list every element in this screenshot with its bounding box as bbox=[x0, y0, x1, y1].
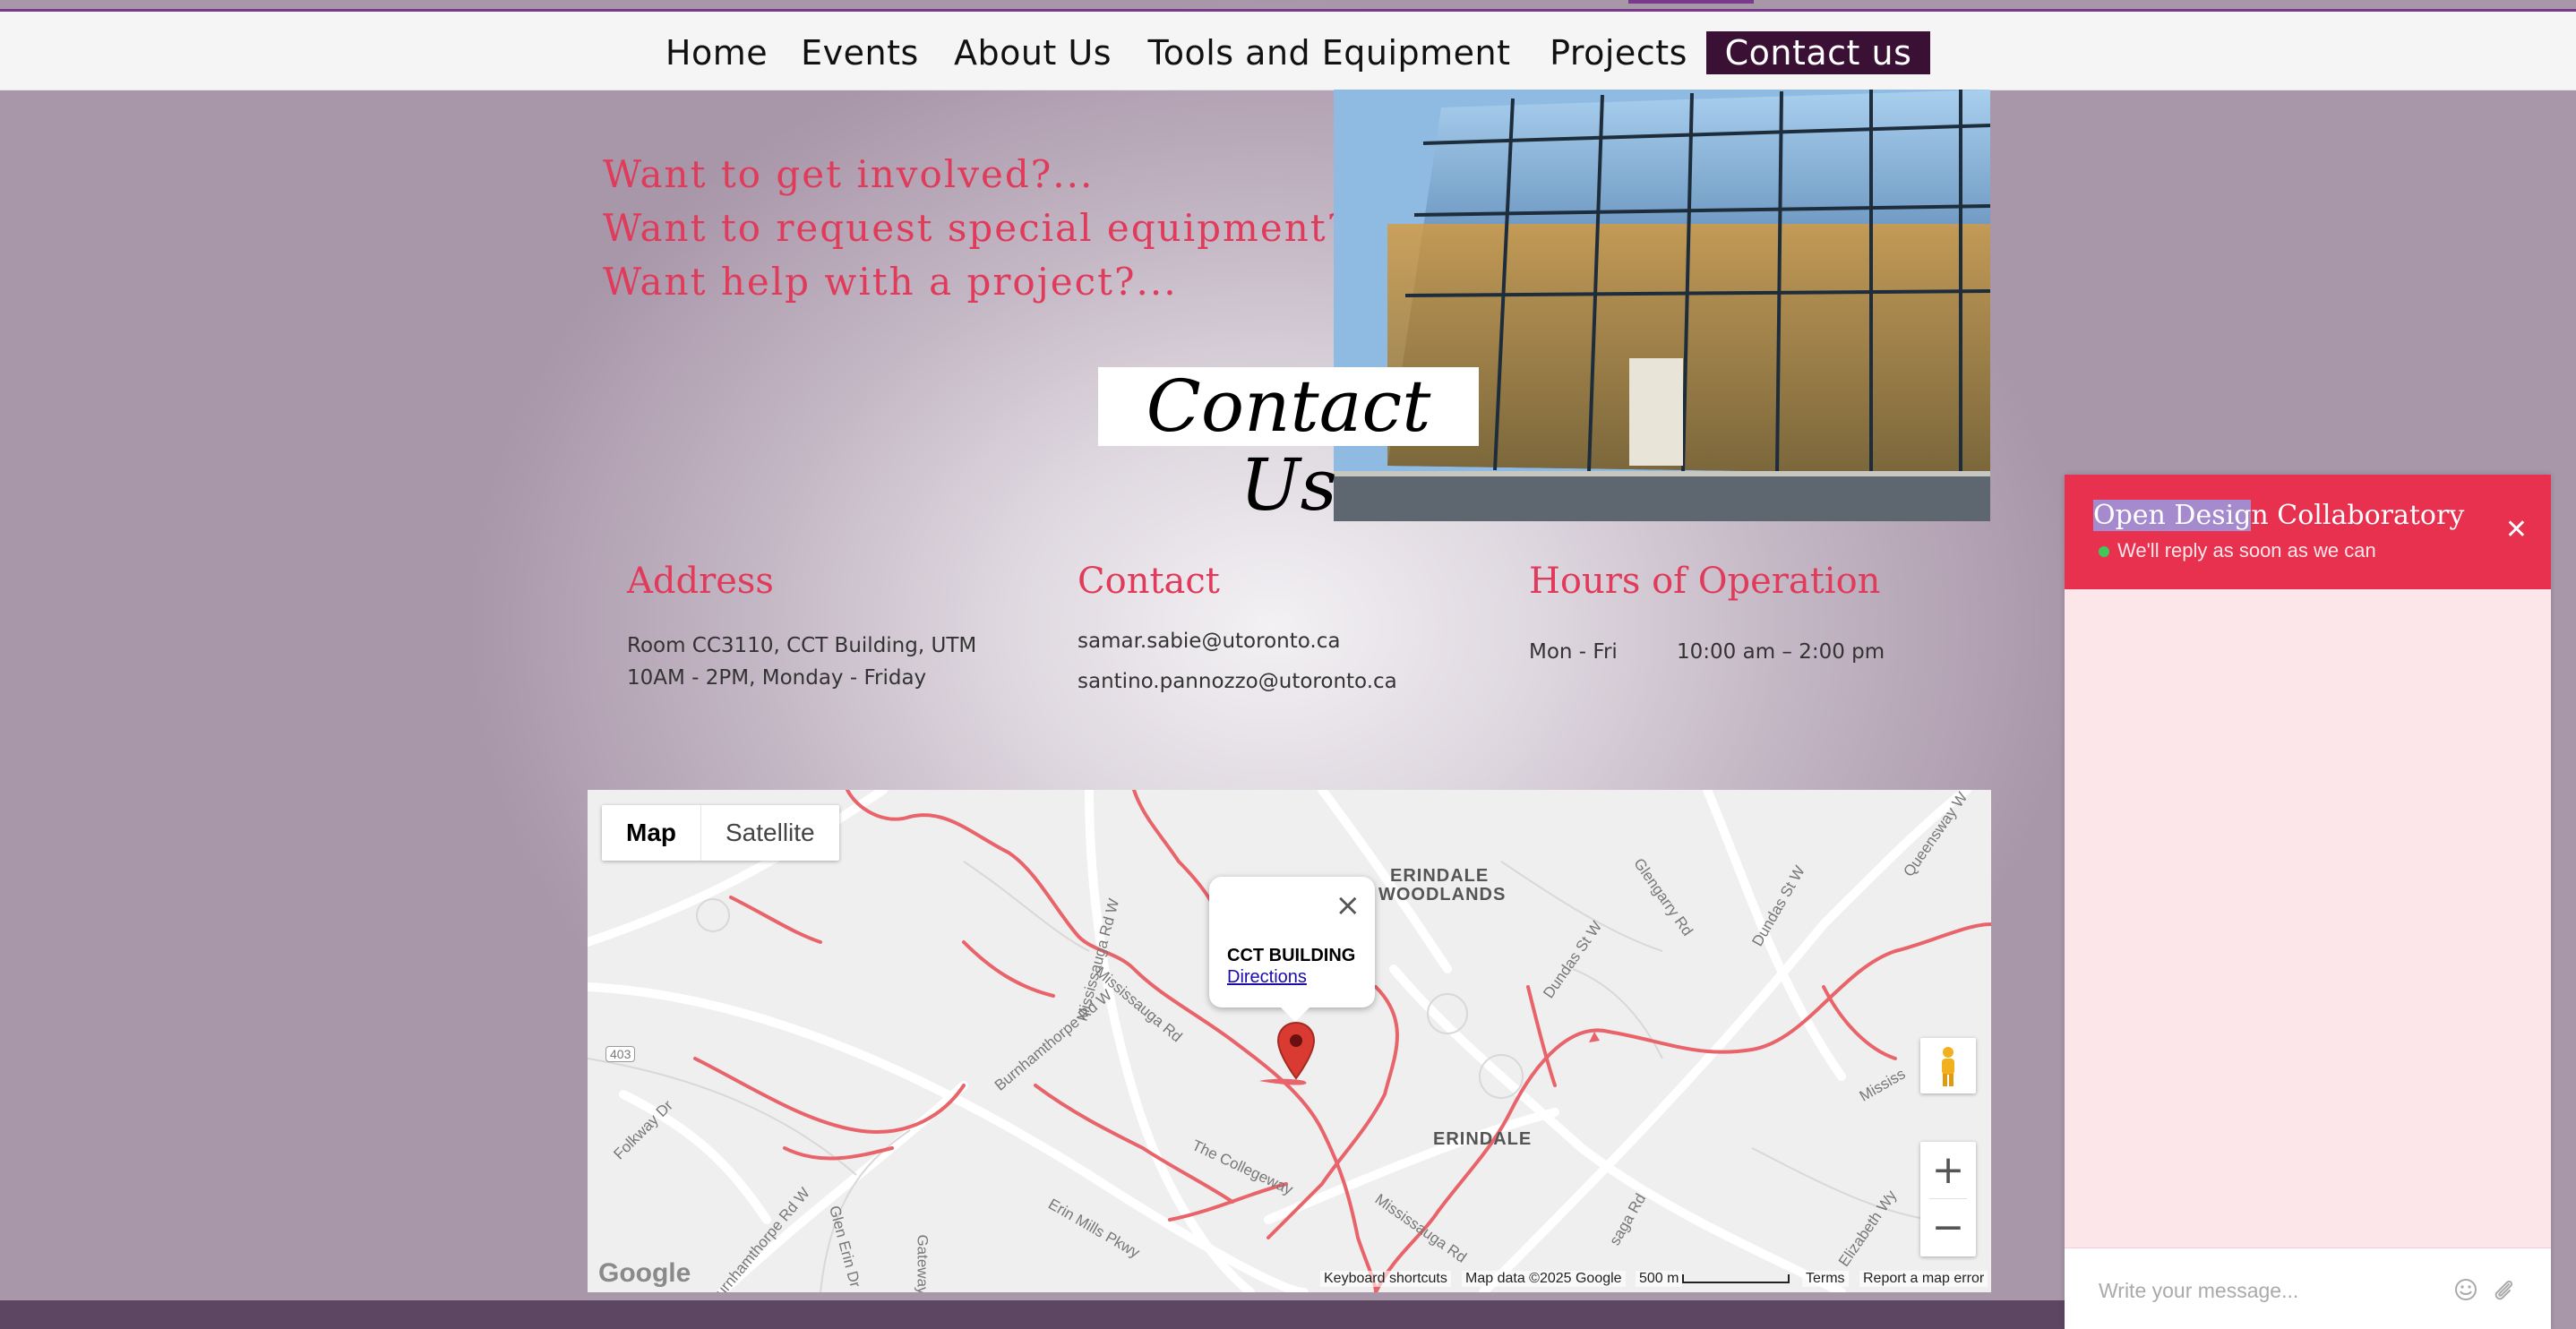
address-line-1: Room CC3110, CCT Building, UTM bbox=[627, 634, 977, 657]
report-map-error-link[interactable]: Report a map error bbox=[1859, 1271, 1988, 1287]
map-scale-label[interactable]: 500 m bbox=[1636, 1271, 1683, 1287]
map-info-window: × CCT BUILDING Directions bbox=[1209, 877, 1375, 1022]
google-logo: Google bbox=[598, 1258, 691, 1288]
online-status-dot bbox=[2099, 546, 2109, 557]
map-label-erindale-woodlands-1: ERINDALE bbox=[1390, 866, 1490, 886]
hours-days: Mon - Fri bbox=[1529, 640, 1618, 664]
top-accent-tab bbox=[1628, 0, 1754, 4]
map-type-map-button[interactable]: Map bbox=[602, 805, 701, 861]
directions-link[interactable]: Directions bbox=[1227, 967, 1307, 988]
street-view-pegman-icon[interactable] bbox=[1920, 1038, 1976, 1093]
map-label-gateway: Gateway bbox=[914, 1234, 932, 1292]
keyboard-shortcuts-link[interactable]: Keyboard shortcuts bbox=[1320, 1271, 1451, 1287]
tagline-involved: Want to get involved?... bbox=[603, 152, 1095, 196]
map-label-erindale: ERINDALE bbox=[1433, 1129, 1533, 1149]
chat-status: We'll reply as soon as we can bbox=[2117, 539, 2376, 562]
map-label-erindale-woodlands-2: WOODLANDS bbox=[1378, 885, 1507, 905]
map-label-hwy-403: 403 bbox=[605, 1046, 636, 1062]
address-heading: Address bbox=[627, 561, 774, 602]
map-scale-bar bbox=[1682, 1274, 1790, 1283]
info-window-close-icon[interactable]: × bbox=[1335, 887, 1361, 923]
tagline-equipment: Want to request special equipment?.. bbox=[603, 206, 1377, 250]
chat-widget: Open Design Collaboratory We'll reply as… bbox=[2065, 475, 2551, 1329]
chat-header: Open Design Collaboratory We'll reply as… bbox=[2065, 475, 2551, 589]
nav-projects[interactable]: Projects bbox=[1545, 31, 1692, 74]
chat-close-icon[interactable]: ✕ bbox=[2505, 514, 2528, 545]
nav-tools-and-equipment[interactable]: Tools and Equipment bbox=[1145, 31, 1514, 74]
contact-email-2[interactable]: santino.pannozzo@utoronto.ca bbox=[1078, 670, 1397, 693]
nav-events[interactable]: Events bbox=[801, 31, 919, 74]
contact-heading: Contact bbox=[1078, 561, 1220, 602]
zoom-control: + − bbox=[1920, 1142, 1976, 1256]
page-title: Contact Us bbox=[1098, 367, 1479, 525]
nav-contact-us[interactable]: Contact us bbox=[1706, 31, 1930, 74]
main-nav: Home Events About Us Tools and Equipment… bbox=[0, 12, 2576, 90]
nav-about-us[interactable]: About Us bbox=[950, 31, 1115, 74]
contact-email-1[interactable]: samar.sabie@utoronto.ca bbox=[1078, 630, 1340, 653]
zoom-in-button[interactable]: + bbox=[1920, 1142, 1976, 1198]
location-pin-icon[interactable] bbox=[1275, 1021, 1317, 1080]
google-map[interactable]: Map Satellite ERINDALE WOODLANDS ERINDAL… bbox=[588, 790, 1991, 1292]
zoom-out-button[interactable]: − bbox=[1920, 1199, 1976, 1256]
emoji-icon[interactable] bbox=[2453, 1277, 2478, 1302]
chat-title: Open Design Collaboratory bbox=[2093, 500, 2464, 531]
footer-band bbox=[0, 1300, 2065, 1329]
terms-link[interactable]: Terms bbox=[1802, 1271, 1849, 1287]
chat-message-input[interactable] bbox=[2097, 1273, 2441, 1308]
map-data-attribution: Map data ©2025 Google bbox=[1462, 1271, 1626, 1287]
chat-title-rest: n Collaboratory bbox=[2251, 500, 2465, 531]
attachment-icon[interactable] bbox=[2491, 1277, 2516, 1302]
hours-heading: Hours of Operation bbox=[1529, 561, 1881, 602]
address-line-2: 10AM - 2PM, Monday - Friday bbox=[627, 666, 927, 690]
building-photo bbox=[1334, 90, 1990, 521]
nav-home[interactable]: Home bbox=[663, 31, 770, 74]
info-window-title: CCT BUILDING bbox=[1227, 946, 1356, 965]
chat-title-selected: Open Desig bbox=[2093, 500, 2252, 531]
tagline-project: Want help with a project?... bbox=[603, 260, 1178, 304]
hours-time: 10:00 am – 2:00 pm bbox=[1677, 640, 1885, 664]
map-type-satellite-button[interactable]: Satellite bbox=[701, 805, 839, 861]
map-type-control: Map Satellite bbox=[602, 805, 839, 861]
chat-input-bar bbox=[2065, 1248, 2551, 1329]
